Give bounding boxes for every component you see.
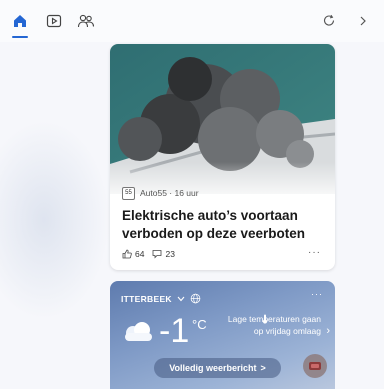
active-tab-indicator [12, 36, 28, 38]
full-forecast-label: Volledig weerbericht [169, 363, 257, 373]
news-reactions: 64 23 [122, 249, 175, 259]
news-headline[interactable]: Elektrische auto’s voortaan verboden op … [122, 207, 327, 243]
chevron-down-icon [177, 296, 185, 301]
temperature-unit: °C [192, 317, 207, 332]
alert-chevron-icon[interactable]: › [326, 325, 330, 337]
source-label: Auto55 · 16 uur [140, 188, 199, 198]
avatar-icon [309, 362, 321, 370]
news-more-button[interactable]: ··· [308, 247, 321, 258]
news-source[interactable]: 55 Auto55 · 16 uur [122, 186, 199, 200]
top-navigation-bar [0, 0, 384, 42]
weather-more-button[interactable]: ··· [311, 289, 323, 299]
background-glow [0, 120, 110, 320]
weather-badge[interactable] [303, 354, 327, 378]
full-forecast-button[interactable]: Volledig weerbericht > [154, 358, 281, 378]
refresh-icon[interactable] [320, 12, 338, 30]
globe-icon[interactable] [190, 293, 201, 304]
people-icon[interactable] [77, 12, 95, 30]
thumbs-up-icon [122, 249, 132, 259]
temperature-value: -1 [159, 312, 190, 350]
weather-alert-text[interactable]: Lage temperaturen gaan op vrijdag omlaag [225, 313, 321, 337]
source-logo: 55 [122, 186, 135, 200]
comment-button[interactable]: 23 [152, 249, 175, 259]
partly-cloudy-icon [125, 322, 152, 341]
weather-card[interactable]: ITTERBEEK ··· -1 °C Lage temperaturen ga… [110, 281, 335, 389]
video-icon[interactable] [45, 12, 63, 30]
home-icon[interactable] [11, 12, 29, 30]
comment-count: 23 [165, 249, 175, 259]
news-card[interactable]: 55 Auto55 · 16 uur Elektrische auto’s vo… [110, 44, 335, 270]
chevron-right-icon[interactable] [354, 12, 372, 30]
chevron-right-icon: > [260, 363, 266, 373]
location-label: ITTERBEEK [121, 293, 172, 304]
like-count: 64 [135, 249, 145, 259]
like-button[interactable]: 64 [122, 249, 144, 259]
weather-location[interactable]: ITTERBEEK [121, 293, 201, 304]
comment-icon [153, 250, 162, 259]
